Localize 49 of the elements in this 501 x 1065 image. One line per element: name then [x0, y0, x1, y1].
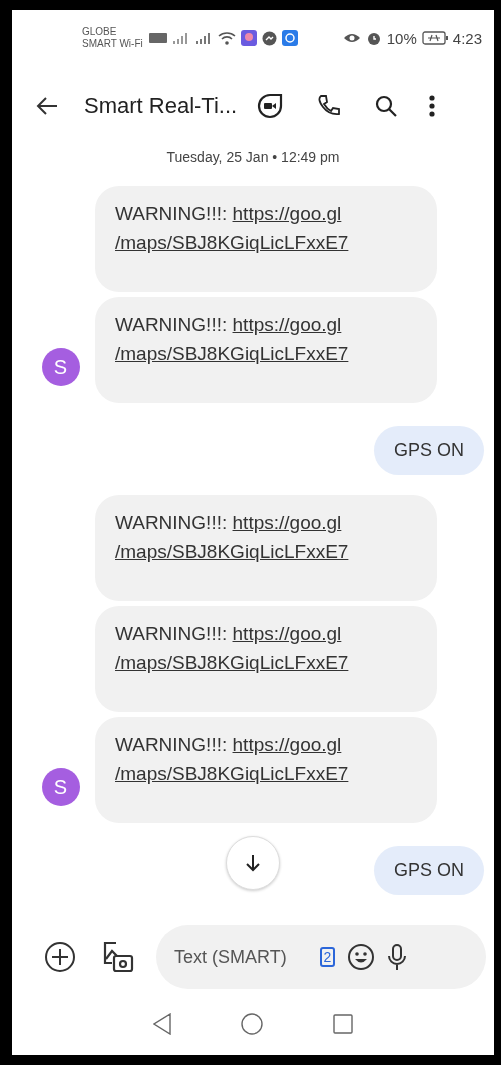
signal-icon	[194, 31, 213, 45]
signal-icon	[171, 31, 190, 45]
message-link[interactable]: https://goo.gl	[232, 203, 342, 224]
message-text: WARNING!!!: https://goo.gl	[115, 314, 342, 335]
message-bubble: GPS ON	[374, 846, 484, 895]
app-icon	[281, 30, 298, 46]
emoji-icon[interactable]	[347, 943, 375, 971]
message-text: WARNING!!!: https://goo.gl	[115, 512, 342, 533]
message-link[interactable]: /maps/SBJ8KGiqLicLFxxE7	[115, 648, 417, 677]
message-link[interactable]: /maps/SBJ8KGiqLicLFxxE7	[115, 759, 417, 788]
wifi-icon	[217, 31, 236, 45]
battery-icon	[421, 31, 448, 45]
carrier-label: GLOBE	[82, 26, 118, 38]
clock: 4:23	[452, 29, 482, 47]
message-link[interactable]: /maps/SBJ8KGiqLicLFxxE7	[115, 228, 417, 257]
recents-square-icon[interactable]	[333, 1014, 353, 1034]
phone-icon	[317, 94, 342, 118]
microphone-icon[interactable]	[387, 943, 407, 971]
app-icon	[240, 30, 257, 46]
message-link[interactable]: https://goo.gl	[232, 623, 342, 644]
home-circle-icon[interactable]	[241, 1013, 263, 1035]
message-link[interactable]: https://goo.gl	[232, 314, 342, 335]
scroll-down-button[interactable]	[226, 836, 280, 890]
message-link[interactable]: https://goo.gl	[232, 512, 342, 533]
gallery-camera-icon	[102, 941, 134, 973]
message-text: WARNING!!!: https://goo.gl	[115, 203, 342, 224]
plus-icon	[44, 941, 76, 973]
avatar[interactable]: S	[41, 348, 80, 386]
search-icon	[375, 95, 398, 117]
message-link[interactable]: /maps/SBJ8KGiqLicLFxxE7	[115, 537, 417, 566]
more-icon	[429, 95, 436, 117]
message-input-field[interactable]: Text (SMART) 2	[156, 925, 486, 989]
conversation-title: Smart Real-Ti...	[84, 93, 238, 119]
avatar[interactable]: S	[41, 768, 80, 806]
eye-icon	[342, 32, 361, 44]
battery-percent: 10%	[386, 29, 417, 47]
back-triangle-icon[interactable]	[153, 1013, 171, 1035]
message-text: WARNING!!!: https://goo.gl	[115, 623, 342, 644]
carrier-label: SMART Wi-Fi	[82, 38, 143, 50]
date-divider: Tuesday, 25 Jan • 12:49 pm	[165, 148, 341, 167]
video-camera-icon	[257, 93, 284, 119]
message-link[interactable]: https://goo.gl	[232, 734, 342, 755]
message-link[interactable]: /maps/SBJ8KGiqLicLFxxE7	[115, 339, 417, 368]
alarm-icon	[365, 30, 382, 46]
message-bubble: GPS ON	[374, 426, 484, 475]
back-arrow-icon	[36, 96, 58, 116]
message-text: WARNING!!!: https://goo.gl	[115, 734, 342, 755]
down-arrow-icon	[245, 854, 261, 872]
sim-selector[interactable]: 2	[320, 947, 335, 967]
